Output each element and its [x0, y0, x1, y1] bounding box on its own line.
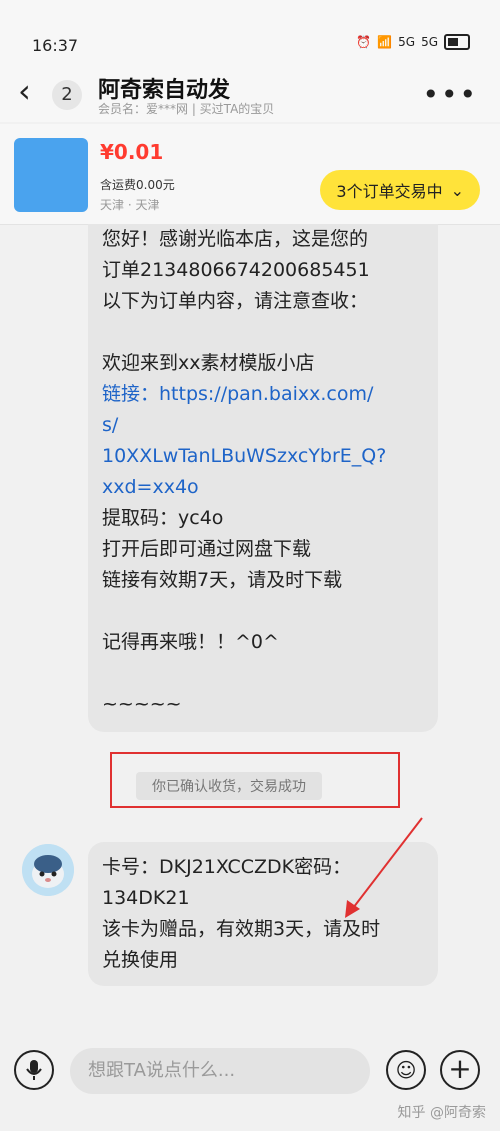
watermark: 知乎 @阿奇索 [397, 1105, 486, 1121]
microphone-glyph [26, 1060, 42, 1080]
message-input[interactable]: 想跟TA说点什么... [70, 1048, 370, 1094]
annotation-arrow [345, 817, 423, 918]
emoji-icon[interactable]: ☺ [386, 1050, 426, 1090]
microphone-icon[interactable] [14, 1050, 54, 1090]
add-icon[interactable]: + [440, 1050, 480, 1090]
